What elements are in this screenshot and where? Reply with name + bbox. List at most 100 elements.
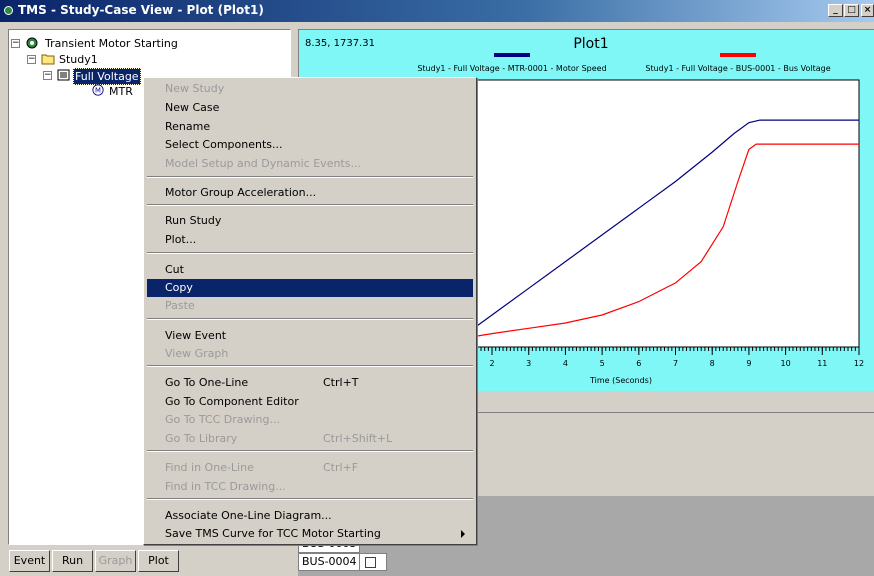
table-row[interactable]: BUS-0003 — [298, 544, 360, 553]
x-tick-label: 3 — [526, 359, 531, 368]
event-button[interactable]: Event — [9, 550, 50, 572]
menu-item-label: Select Components... — [165, 138, 283, 151]
motor-starting-icon — [26, 37, 38, 49]
x-tick-label: 11 — [817, 359, 827, 368]
window-title-bar[interactable]: TMS - Study-Case View - Plot (Plot1) _ □… — [0, 0, 874, 22]
app-icon — [4, 6, 13, 15]
x-tick-label: 8 — [710, 359, 715, 368]
x-tick-label: 6 — [636, 359, 641, 368]
menu-item-shortcut: Ctrl+F — [323, 461, 359, 474]
tree-label-study: Study1 — [59, 53, 98, 66]
menu-item-label: Save TMS Curve for TCC Motor Starting — [165, 527, 381, 540]
menu-separator — [147, 365, 473, 367]
menu-item-label: Copy — [165, 281, 193, 294]
menu-item-find-in-tcc-drawing[interactable]: Find in TCC Drawing... — [147, 478, 473, 496]
tree-label-root: Transient Motor Starting — [45, 37, 178, 50]
menu-item-label: Run Study — [165, 214, 222, 227]
x-tick-label: 4 — [563, 359, 568, 368]
menu-item-shortcut: Ctrl+T — [323, 376, 359, 389]
menu-item-label: Go To Library — [165, 432, 238, 445]
menu-item-label: New Case — [165, 101, 220, 114]
menu-item-go-to-one-line[interactable]: Go To One-Line Ctrl+T — [147, 374, 473, 392]
folder-icon — [41, 54, 55, 65]
graph-button[interactable]: Graph — [95, 550, 136, 572]
menu-item-label: Rename — [165, 120, 211, 133]
menu-item-go-to-component-editor[interactable]: Go To Component Editor — [147, 393, 473, 411]
menu-item-label: Plot... — [165, 233, 197, 246]
menu-item-label: Paste — [165, 299, 195, 312]
menu-item-find-in-one-line[interactable]: Find in One-Line Ctrl+F — [147, 459, 473, 477]
legend-label-motor-speed: Study1 - Full Voltage - MTR-0001 - Motor… — [417, 64, 606, 73]
menu-item-paste[interactable]: Paste — [147, 297, 473, 315]
x-tick-label: 10 — [781, 359, 791, 368]
menu-separator — [147, 204, 473, 206]
menu-item-motor-group-acceleration[interactable]: Motor Group Acceleration... — [147, 184, 473, 202]
x-tick-label: 2 — [489, 359, 494, 368]
menu-item-label: Find in One-Line — [165, 461, 254, 474]
table-row[interactable]: BUS-0004 — [298, 553, 360, 571]
menu-item-view-graph[interactable]: View Graph — [147, 345, 473, 363]
x-tick-label: 5 — [600, 359, 605, 368]
menu-item-label: New Study — [165, 82, 225, 95]
menu-item-new-case[interactable]: New Case — [147, 99, 473, 117]
menu-item-label: View Graph — [165, 347, 229, 360]
x-axis-label: Time (Seconds) — [589, 376, 652, 385]
menu-item-save-tms-curve-for-tcc-motor-starting[interactable]: Save TMS Curve for TCC Motor Starting — [147, 525, 473, 543]
legend-swatch-bus-voltage — [720, 53, 756, 57]
close-button[interactable]: × — [861, 4, 874, 17]
menu-separator — [147, 498, 473, 500]
cursor-coordinates: 8.35, 1737.31 — [305, 38, 375, 49]
menu-separator — [147, 252, 473, 254]
menu-item-label: Model Setup and Dynamic Events... — [165, 157, 361, 170]
row-bus-label: BUS-0003 — [302, 545, 357, 552]
study-case-icon — [57, 69, 70, 81]
legend-swatch-motor-speed — [494, 53, 530, 57]
menu-item-cut[interactable]: Cut — [147, 261, 473, 279]
menu-item-label: View Event — [165, 329, 227, 342]
plot-button[interactable]: Plot — [138, 550, 179, 572]
menu-item-label: Motor Group Acceleration... — [165, 186, 317, 199]
menu-item-associate-one-line-diagram[interactable]: Associate One-Line Diagram... — [147, 507, 473, 525]
menu-item-model-setup-and-dynamic-events[interactable]: Model Setup and Dynamic Events... — [147, 155, 473, 173]
tree-label-component: MTR — [109, 85, 133, 98]
menu-separator — [147, 318, 473, 320]
row-checkbox[interactable] — [365, 557, 376, 568]
collapse-icon[interactable]: − — [43, 71, 52, 80]
menu-item-shortcut: Ctrl+Shift+L — [323, 432, 393, 445]
plot-title: Plot1 — [573, 36, 608, 52]
menu-item-rename[interactable]: Rename — [147, 118, 473, 136]
x-tick-label: 12 — [854, 359, 864, 368]
run-button[interactable]: Run — [52, 550, 93, 572]
menu-item-select-components[interactable]: Select Components... — [147, 136, 473, 154]
svg-text:M: M — [95, 87, 101, 95]
menu-item-label: Cut — [165, 263, 184, 276]
menu-item-go-to-tcc-drawing[interactable]: Go To TCC Drawing... — [147, 411, 473, 429]
x-tick-label: 7 — [673, 359, 678, 368]
collapse-icon[interactable]: − — [27, 55, 36, 64]
minimize-button[interactable]: _ — [828, 4, 843, 17]
menu-item-run-study[interactable]: Run Study — [147, 212, 473, 230]
menu-item-label: Go To One-Line — [165, 376, 249, 389]
maximize-button[interactable]: □ — [844, 4, 859, 17]
motor-icon: M — [92, 84, 104, 96]
menu-separator — [147, 176, 473, 178]
menu-item-new-study[interactable]: New Study — [147, 80, 473, 98]
menu-item-label: Go To TCC Drawing... — [165, 413, 280, 426]
table-row-checkbox-cell[interactable] — [359, 553, 387, 571]
collapse-icon[interactable]: − — [11, 39, 20, 48]
submenu-arrow-icon — [461, 530, 465, 538]
menu-item-label: Go To Component Editor — [165, 395, 299, 408]
menu-item-copy[interactable]: Copy — [147, 279, 473, 297]
legend-label-bus-voltage: Study1 - Full Voltage - BUS-0001 - Bus V… — [645, 64, 830, 73]
x-tick-label: 9 — [746, 359, 751, 368]
menu-item-view-event[interactable]: View Event — [147, 327, 473, 345]
window-title: TMS - Study-Case View - Plot (Plot1) — [18, 3, 264, 17]
menu-item-plot[interactable]: Plot... — [147, 231, 473, 249]
context-menu[interactable]: New Study New Case Rename Select Components… — [143, 77, 477, 545]
tree-label-case: Full Voltage — [73, 68, 141, 85]
menu-separator — [147, 450, 473, 452]
menu-item-go-to-library[interactable]: Go To Library Ctrl+Shift+L — [147, 430, 473, 448]
menu-item-label: Associate One-Line Diagram... — [165, 509, 332, 522]
row-bus-label: BUS-0004 — [302, 555, 357, 568]
menu-item-label: Find in TCC Drawing... — [165, 480, 286, 493]
